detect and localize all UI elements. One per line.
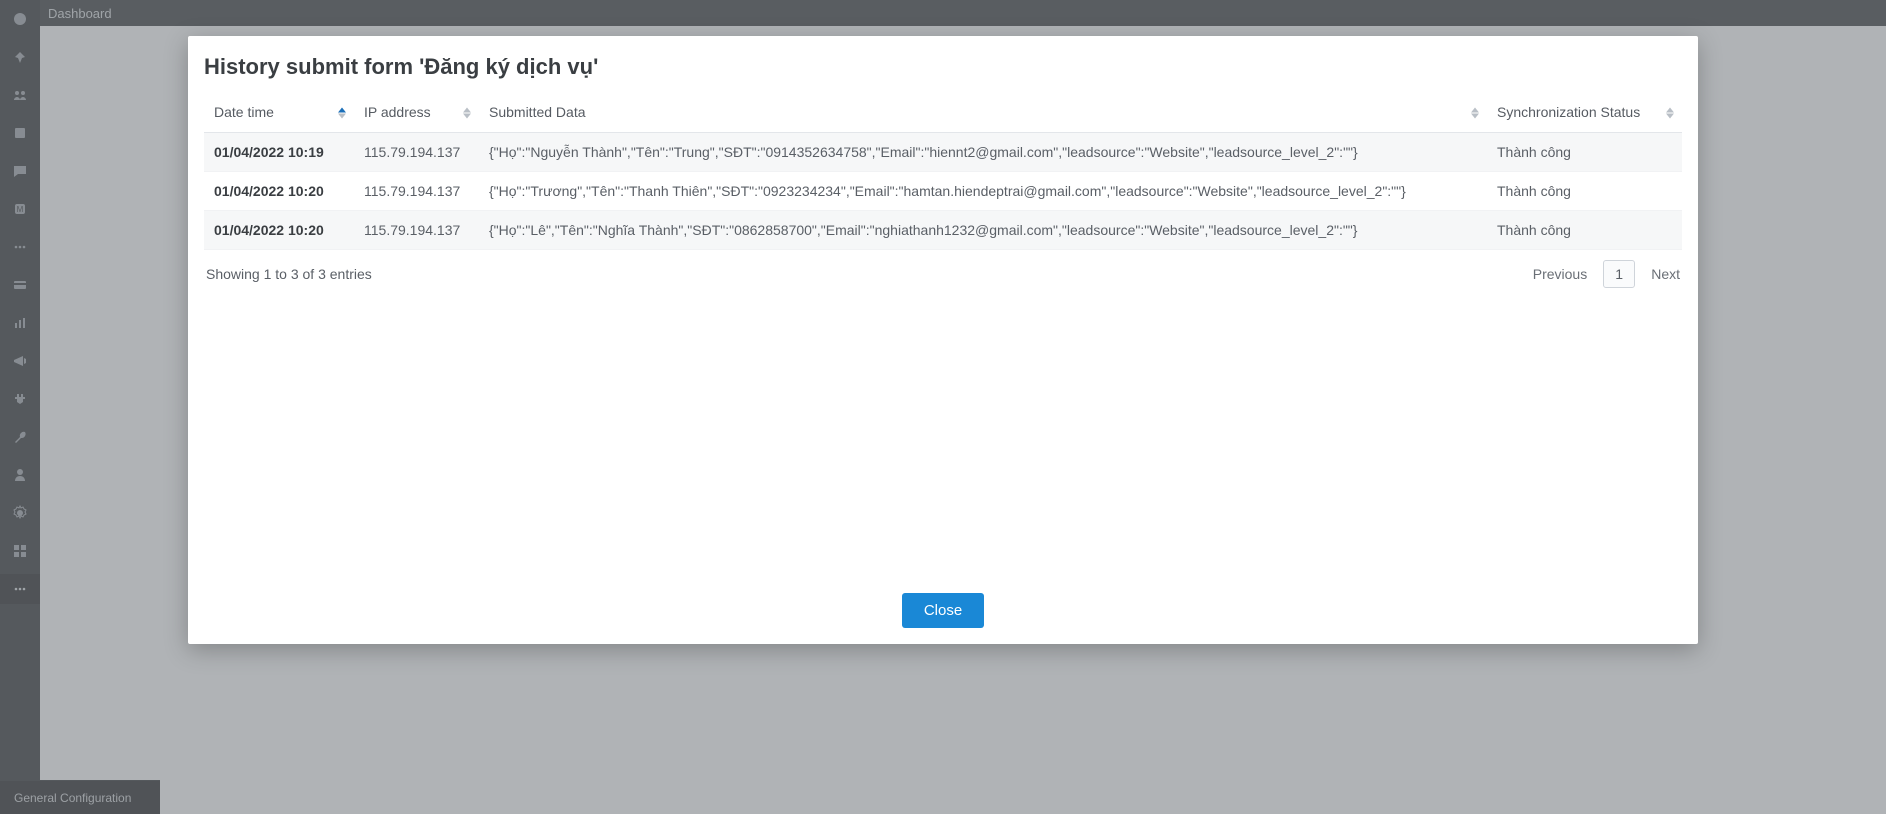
- sort-indicator-status: [1666, 108, 1674, 119]
- table-row: 01/04/2022 10:20 115.79.194.137 {"Họ":"T…: [204, 172, 1682, 211]
- modal-title: History submit form 'Đăng ký dịch vụ': [204, 54, 1682, 80]
- cell-datetime: 01/04/2022 10:20: [204, 172, 354, 211]
- sort-indicator-datetime: [338, 108, 346, 119]
- modal-overlay[interactable]: History submit form 'Đăng ký dịch vụ' Da…: [0, 0, 1886, 814]
- pagination-page-1[interactable]: 1: [1603, 260, 1635, 288]
- modal-body-spacer: [204, 288, 1682, 583]
- cell-data: {"Họ":"Trương","Tên":"Thanh Thiên","SĐT"…: [479, 172, 1487, 211]
- cell-status: Thành công: [1487, 172, 1682, 211]
- col-header-ip[interactable]: IP address: [354, 94, 479, 133]
- cell-ip: 115.79.194.137: [354, 211, 479, 250]
- modal-body: Date time IP address: [204, 94, 1682, 632]
- history-modal: History submit form 'Đăng ký dịch vụ' Da…: [188, 36, 1698, 644]
- table-info-row: Showing 1 to 3 of 3 entries Previous 1 N…: [204, 250, 1682, 288]
- cell-datetime: 01/04/2022 10:20: [204, 211, 354, 250]
- col-header-datetime[interactable]: Date time: [204, 94, 354, 133]
- sort-indicator-data: [1471, 108, 1479, 119]
- cell-data: {"Họ":"Nguyễn Thành","Tên":"Trung","SĐT"…: [479, 133, 1487, 172]
- pagination-next[interactable]: Next: [1651, 266, 1680, 282]
- modal-footer: Close: [204, 583, 1682, 632]
- cell-ip: 115.79.194.137: [354, 133, 479, 172]
- table-info-text: Showing 1 to 3 of 3 entries: [206, 266, 372, 282]
- col-header-datetime-label: Date time: [214, 104, 274, 120]
- col-header-status[interactable]: Synchronization Status: [1487, 94, 1682, 133]
- table-row: 01/04/2022 10:20 115.79.194.137 {"Họ":"L…: [204, 211, 1682, 250]
- sort-indicator-ip: [463, 108, 471, 119]
- close-button[interactable]: Close: [902, 593, 984, 628]
- cell-status: Thành công: [1487, 133, 1682, 172]
- col-header-data-label: Submitted Data: [489, 104, 586, 120]
- col-header-ip-label: IP address: [364, 104, 431, 120]
- cell-status: Thành công: [1487, 211, 1682, 250]
- pagination: Previous 1 Next: [1533, 260, 1680, 288]
- cell-datetime: 01/04/2022 10:19: [204, 133, 354, 172]
- pagination-prev[interactable]: Previous: [1533, 266, 1587, 282]
- col-header-status-label: Synchronization Status: [1497, 104, 1640, 120]
- col-header-data[interactable]: Submitted Data: [479, 94, 1487, 133]
- history-table: Date time IP address: [204, 94, 1682, 250]
- cell-data: {"Họ":"Lê","Tên":"Nghĩa Thành","SĐT":"08…: [479, 211, 1487, 250]
- cell-ip: 115.79.194.137: [354, 172, 479, 211]
- table-row: 01/04/2022 10:19 115.79.194.137 {"Họ":"N…: [204, 133, 1682, 172]
